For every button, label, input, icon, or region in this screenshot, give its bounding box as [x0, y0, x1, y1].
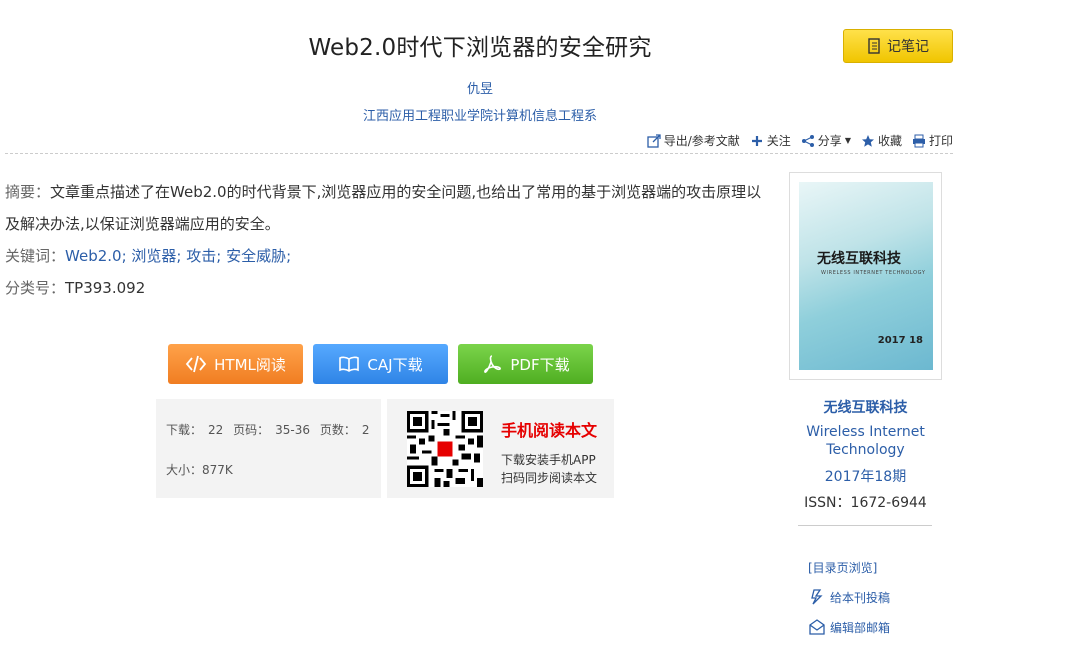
- open-book-icon: [339, 356, 360, 372]
- export-button[interactable]: 导出/参考文献: [647, 132, 740, 149]
- html-read-label: HTML阅读: [214, 355, 286, 374]
- cover-title: 无线互联科技: [817, 251, 901, 267]
- size-row: 大小：877K: [166, 461, 381, 501]
- printer-icon: [912, 134, 925, 147]
- journal-issn: ISSN：1672-6944: [804, 495, 927, 511]
- code-icon: [185, 355, 207, 373]
- journal-name-link[interactable]: 无线互联科技: [789, 397, 942, 417]
- submit-icon: [811, 589, 823, 605]
- keywords: 关键词：Web2.0; 浏览器; 攻击; 安全威胁;: [5, 240, 775, 272]
- favorite-button[interactable]: 收藏: [861, 132, 902, 149]
- organization-link[interactable]: 江西应用工程职业学院计算机信息工程系: [0, 105, 960, 124]
- size-label: 大小：: [166, 463, 203, 477]
- mobile-read-line2: 扫码同步阅读本文: [501, 471, 598, 485]
- pdf-download-label: PDF下载: [510, 355, 570, 374]
- print-button[interactable]: 打印: [912, 132, 953, 149]
- article-title: Web2.0时代下浏览器的安全研究: [308, 35, 652, 61]
- html-read-button[interactable]: HTML阅读: [168, 344, 303, 384]
- email-icon: [809, 619, 825, 635]
- pages-value: 35-36: [275, 423, 311, 437]
- divider: [798, 525, 932, 526]
- classification: 分类号：TP393.092: [5, 272, 775, 304]
- download-stats: 下载： 22 页码： 35-36 页数： 2 大小：877K: [156, 399, 381, 498]
- classification-label: 分类号：: [5, 279, 66, 297]
- journal-cover-image: 无线互联科技 WIRELESS INTERNET TECHNOLOGY 2017…: [799, 182, 933, 370]
- caj-download-button[interactable]: CAJ下载: [313, 344, 448, 384]
- page-count-value: 2: [361, 423, 370, 437]
- size-value: 877K: [202, 463, 233, 477]
- take-notes-button[interactable]: 记笔记: [843, 29, 953, 63]
- share-button[interactable]: 分享 ▼: [801, 132, 851, 149]
- share-label: 分享: [817, 134, 842, 148]
- keywords-label: 关键词：: [5, 247, 66, 265]
- follow-button[interactable]: 关注: [750, 132, 791, 149]
- journal-issue-link[interactable]: 2017年18期: [789, 466, 942, 486]
- submit-manuscript-link[interactable]: 给本刊投稿: [808, 588, 890, 606]
- cover-issue-number: 2017 18: [877, 335, 923, 346]
- favorite-label: 收藏: [877, 134, 902, 148]
- pdf-download-button[interactable]: PDF下载: [458, 344, 593, 384]
- qr-code[interactable]: [407, 411, 483, 487]
- author-link[interactable]: 仇昱: [0, 78, 960, 97]
- abstract: 摘要：文章重点描述了在Web2.0的时代背景下,浏览器应用的安全问题,也给出了常…: [5, 176, 775, 240]
- stats-row: 下载： 22 页码： 35-36 页数： 2: [166, 421, 381, 461]
- article-meta: 摘要：文章重点描述了在Web2.0的时代背景下,浏览器应用的安全问题,也给出了常…: [5, 176, 775, 304]
- submit-manuscript-label: 给本刊投稿: [830, 590, 891, 605]
- plus-icon: [751, 135, 762, 146]
- page-count-label: 页数：: [319, 423, 356, 437]
- keyword-link[interactable]: 安全威胁;: [226, 247, 291, 265]
- article-toolbar: 导出/参考文献 关注 分享 ▼ 收藏 打印: [647, 132, 953, 149]
- export-label: 导出/参考文献: [663, 134, 740, 148]
- keyword-link[interactable]: Web2.0;: [65, 247, 127, 265]
- keyword-link[interactable]: 攻击;: [186, 247, 221, 265]
- editorial-email-link[interactable]: 编辑部邮箱: [808, 618, 890, 636]
- mobile-read-panel: 手机阅读本文 下载安装手机APP 扫码同步阅读本文: [387, 399, 614, 498]
- toc-browse-label: [目录页浏览]: [808, 561, 878, 575]
- abstract-label: 摘要：: [5, 183, 51, 201]
- follow-label: 关注: [766, 134, 791, 148]
- caj-download-label: CAJ下载: [367, 355, 423, 374]
- caret-down-icon: ▼: [844, 136, 851, 145]
- print-label: 打印: [928, 134, 953, 148]
- notebook-icon: [868, 38, 880, 54]
- abstract-text: 文章重点描述了在Web2.0的时代背景下,浏览器应用的安全问题,也给出了常用的基…: [5, 183, 762, 233]
- keyword-link[interactable]: 浏览器;: [131, 247, 181, 265]
- editorial-email-label: 编辑部邮箱: [830, 620, 891, 635]
- downloads-value: 22: [208, 423, 224, 437]
- toc-browse-link[interactable]: [目录页浏览]: [808, 559, 877, 576]
- export-icon: [647, 133, 661, 148]
- mobile-read-line1: 下载安装手机APP: [501, 453, 596, 467]
- journal-name-en-link[interactable]: Wireless Internet Technology: [789, 423, 942, 459]
- mobile-read-instructions: 下载安装手机APP 扫码同步阅读本文: [501, 451, 597, 487]
- pages-label: 页码：: [233, 423, 270, 437]
- share-icon: [801, 134, 814, 147]
- star-icon: [861, 134, 874, 147]
- cover-subtitle: WIRELESS INTERNET TECHNOLOGY: [821, 270, 926, 276]
- divider: [5, 153, 953, 154]
- mobile-read-title: 手机阅读本文: [501, 421, 598, 440]
- take-notes-label: 记笔记: [887, 39, 929, 55]
- downloads-label: 下载：: [166, 423, 203, 437]
- journal-cover[interactable]: 无线互联科技 WIRELESS INTERNET TECHNOLOGY 2017…: [789, 172, 942, 380]
- pdf-icon: [484, 355, 502, 373]
- classification-code: TP393.092: [65, 279, 146, 297]
